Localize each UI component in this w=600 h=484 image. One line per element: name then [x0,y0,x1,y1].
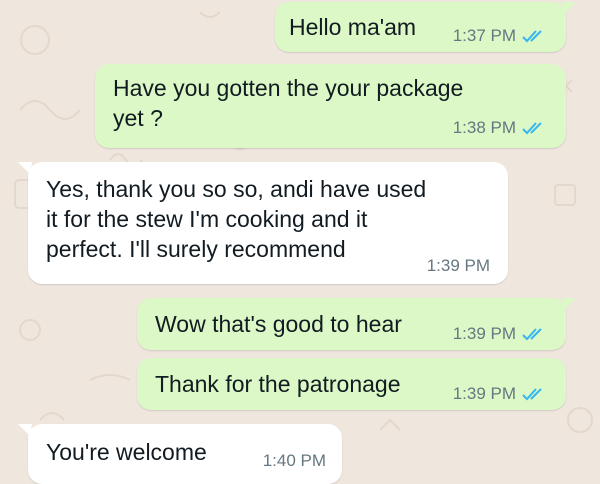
double-check-icon [522,328,542,341]
bubble-tail [562,298,576,310]
double-check-icon [522,30,542,43]
message-bubble-outgoing[interactable]: Thank for the patronage 1:39 PM [137,358,566,410]
message-time: 1:38 PM [452,118,516,137]
message-bubble-outgoing[interactable]: Hello ma'am 1:37 PM [275,2,576,52]
message-bubble-incoming[interactable]: You're welcome 1:40 PM [18,424,342,484]
message-time: 1:39 PM [452,384,516,403]
double-check-icon [522,388,542,401]
message-text: Yes, thank you so so, andi have used it … [46,176,427,262]
message-time: 1:39 PM [426,256,490,275]
message-bubble-outgoing[interactable]: Wow that's good to hear 1:39 PM [137,298,576,350]
message-text: Thank for the patronage [155,371,401,397]
message-time: 1:39 PM [452,324,516,343]
bubble-tail [18,424,32,436]
message-text: Have you gotten the your package yet ? [113,75,464,131]
message-text: Wow that's good to hear [155,311,402,337]
message-time: 1:37 PM [452,26,516,45]
message-text: You're welcome [46,439,207,465]
message-bubble-outgoing[interactable]: Have you gotten the your package yet ? 1… [95,64,566,148]
bubble-tail [562,2,576,14]
double-check-icon [522,122,542,135]
message-time: 1:40 PM [262,451,326,470]
message-text: Hello ma'am [289,14,417,40]
message-bubble-incoming[interactable]: Yes, thank you so so, andi have used it … [18,162,508,284]
bubble-tail [18,162,32,174]
